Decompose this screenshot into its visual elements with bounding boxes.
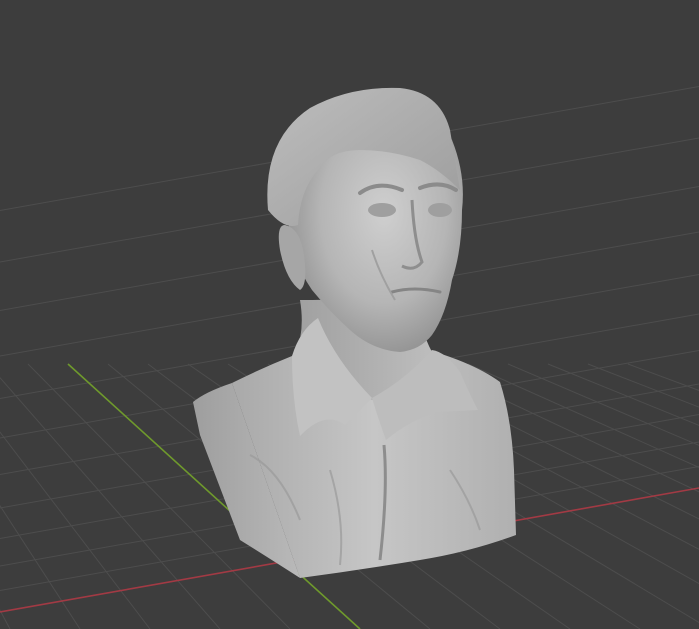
- bust-mesh[interactable]: [193, 87, 516, 578]
- grid-line-12: [0, 376, 221, 629]
- grid-line-26: [547, 363, 699, 426]
- 3d-viewport[interactable]: [0, 0, 699, 629]
- bust-eye-right: [428, 203, 452, 217]
- grid-line-28: [627, 363, 699, 391]
- viewport-canvas[interactable]: [0, 0, 699, 629]
- grid-line-25: [507, 363, 699, 446]
- bust-eye-left: [368, 203, 396, 217]
